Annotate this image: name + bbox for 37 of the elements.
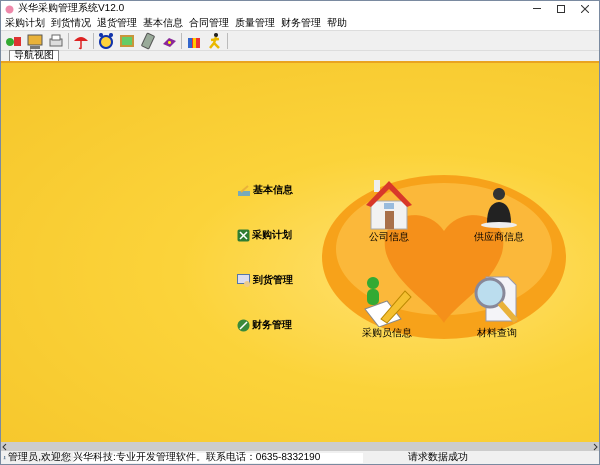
icon-label[interactable]: 材料查询 bbox=[477, 329, 517, 339]
menu-item[interactable]: 财务管理 bbox=[281, 18, 321, 28]
menu-item[interactable]: 采购计划 bbox=[5, 18, 45, 28]
alarm-clock-icon[interactable] bbox=[97, 32, 115, 50]
nav-link[interactable]: 采购计划 bbox=[252, 228, 292, 243]
person-with-pencil-icon[interactable] bbox=[361, 275, 413, 327]
menu-item[interactable]: 帮助 bbox=[327, 18, 347, 28]
pen-card-icon bbox=[237, 184, 251, 196]
spreadsheet-icon bbox=[237, 229, 250, 242]
leaf-pen-icon bbox=[237, 319, 250, 332]
menu-item[interactable]: 到货情况 bbox=[51, 18, 91, 28]
tab[interactable]: 导航视图 bbox=[9, 50, 59, 61]
printer-icon[interactable] bbox=[47, 32, 65, 50]
scroll-right-icon[interactable] bbox=[591, 442, 599, 450]
nav-link[interactable]: 基本信息 bbox=[253, 183, 293, 198]
minimize-icon[interactable] bbox=[533, 8, 541, 10]
nav-link[interactable]: 到货管理 bbox=[253, 273, 293, 288]
app-icon bbox=[5, 4, 14, 14]
maximize-icon[interactable] bbox=[557, 5, 565, 13]
person-at-podium-icon[interactable] bbox=[479, 185, 519, 231]
menu-item[interactable]: 基本信息 bbox=[143, 18, 183, 28]
horizontal-scrollbar[interactable] bbox=[1, 442, 599, 451]
icon-label[interactable]: 采购员信息 bbox=[362, 329, 412, 339]
nav-link[interactable]: 财务管理 bbox=[252, 318, 292, 333]
icon-label[interactable]: 供应商信息 bbox=[474, 233, 524, 243]
house-icon[interactable] bbox=[365, 177, 413, 231]
scroll-left-icon[interactable] bbox=[1, 442, 9, 450]
status-message: 请求数据成功 bbox=[408, 452, 469, 462]
icon-label[interactable]: 公司信息 bbox=[369, 233, 409, 243]
menu-item[interactable]: 合同管理 bbox=[189, 18, 229, 28]
menu-item[interactable]: 质量管理 bbox=[235, 18, 275, 28]
window-title: 兴华采购管理系统V12.0 bbox=[18, 4, 124, 14]
status-user: 管理员,欢迎您 bbox=[8, 452, 71, 462]
status-contact: 兴华科技:专业开发管理软件。联系电话：0635-8332190 bbox=[73, 452, 363, 462]
close-icon[interactable] bbox=[581, 5, 589, 13]
menu-item[interactable]: 退货管理 bbox=[97, 18, 137, 28]
monitor-icon[interactable] bbox=[26, 32, 44, 50]
